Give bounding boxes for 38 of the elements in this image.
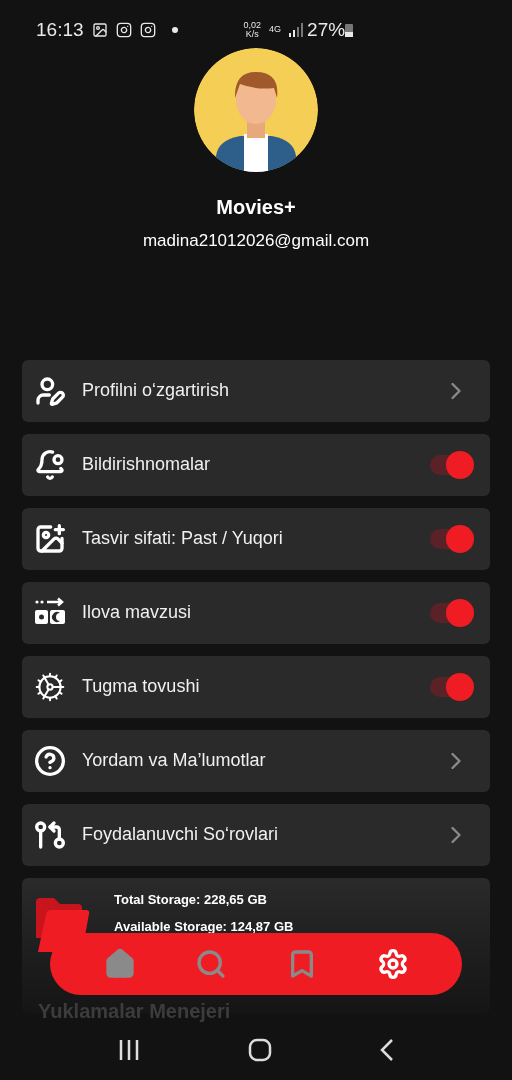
speed-unit: K/s [245,30,259,39]
row-label: Tasvir sifati: Past / Yuqori [82,527,284,550]
clock: 16:13 [36,17,84,42]
profile-name: Movies+ [216,195,296,220]
row-label: Ilova mavzusi [82,601,193,624]
instagram-icon [139,22,156,38]
network-speed: 0,02 [243,21,262,30]
row-label: Tugma tovushi [82,675,201,698]
settings-row[interactable]: Ilova mavzusi [22,581,490,644]
signal-icon [289,23,304,37]
image-icon [34,522,66,555]
settings-row[interactable]: Yordam va Ma’lumotlar [22,729,490,792]
settings-row[interactable]: Profilni o‘zgartirish [22,359,490,422]
settings-row[interactable]: Foydalanuvchi So‘rovlari [22,803,490,866]
recent-apps-icon[interactable] [118,1040,140,1060]
row-label: Bildirishnomalar [82,453,212,476]
available-storage: Available Storage: 124,87 GB [114,918,294,936]
help-icon [34,744,66,777]
settings-row[interactable]: Tugma tovushi [22,655,490,718]
row-label: Foydalanuvchi So‘rovlari [82,823,280,846]
settings-icon[interactable] [376,948,409,980]
row-label: Profilni o‘zgartirish [82,379,231,402]
gear-icon [34,670,66,703]
instagram-icon [115,22,132,38]
settings-row[interactable]: Bildirishnomalar [22,433,490,496]
profile-email: madina21012026@gmail.com [142,230,370,252]
gallery-icon [91,22,108,38]
user-edit-icon [34,374,66,407]
pull-request-icon [34,818,66,851]
network-type: 4G [269,23,282,37]
settings-row[interactable]: Tasvir sifati: Past / Yuqori [22,507,490,570]
bell-icon [34,448,66,481]
battery-percent: 27% [307,17,346,42]
back-icon[interactable] [380,1039,394,1061]
total-storage: Total Storage: 228,65 GB [114,890,268,909]
battery-icon [345,23,354,37]
home-button-icon[interactable] [248,1038,272,1062]
row-label: Yordam va Ma’lumotlar [82,749,267,772]
